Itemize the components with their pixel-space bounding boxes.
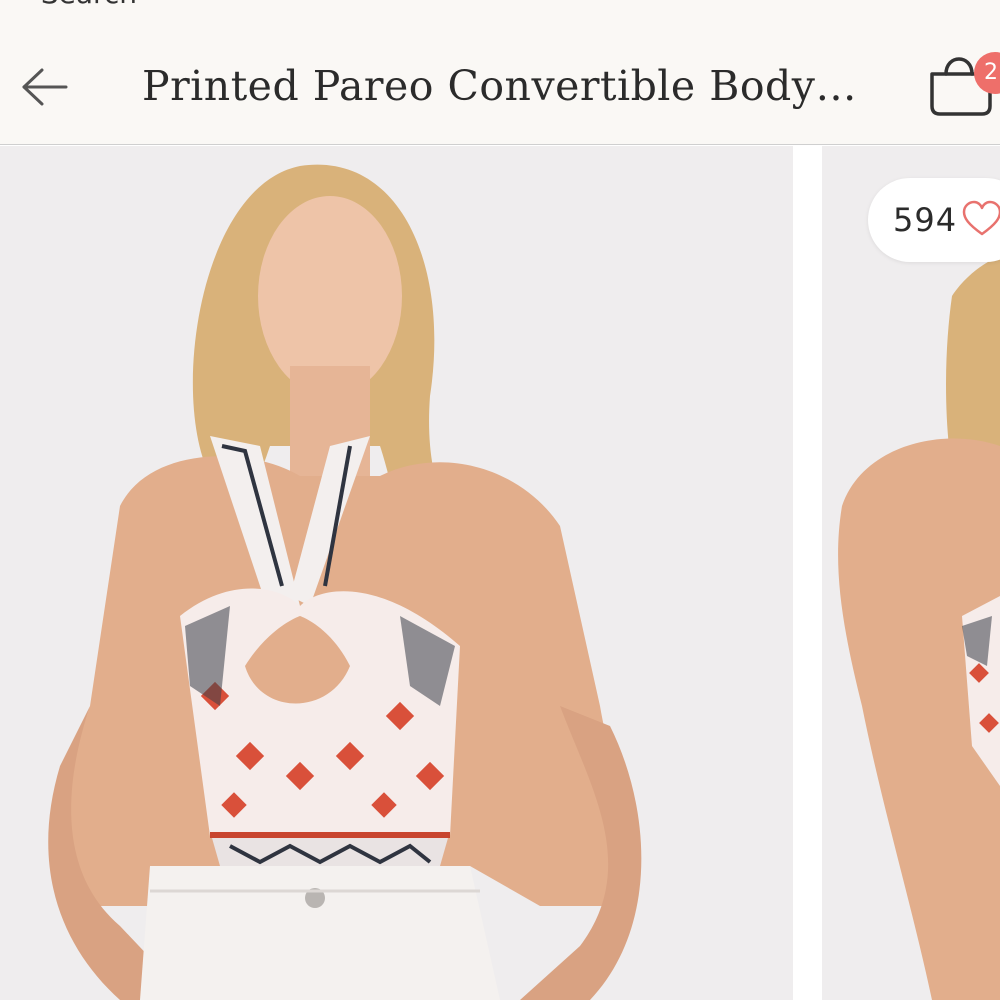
product-image-next[interactable] xyxy=(822,146,1000,1000)
heart-outline-icon[interactable] xyxy=(962,200,1000,240)
product-image-main[interactable] xyxy=(0,146,793,1000)
back-to-search-link[interactable]: ‹ Search xyxy=(24,0,137,10)
header-bar: ‹ Search Printed Pareo Convertible Body…… xyxy=(0,0,1000,145)
model-photo-illustration xyxy=(0,146,793,1000)
back-button[interactable] xyxy=(18,60,72,114)
chevron-left-icon: ‹ xyxy=(24,0,33,8)
model-photo-illustration-2 xyxy=(822,146,1000,1000)
product-detail-screen: ‹ Search Printed Pareo Convertible Body…… xyxy=(0,0,1000,1000)
likes-count: 594 xyxy=(893,201,958,239)
back-to-search-label: Search xyxy=(41,0,137,10)
arrow-left-icon xyxy=(22,68,68,106)
page-title: Printed Pareo Convertible Body… xyxy=(142,62,857,110)
product-image-carousel[interactable] xyxy=(0,146,1000,1000)
